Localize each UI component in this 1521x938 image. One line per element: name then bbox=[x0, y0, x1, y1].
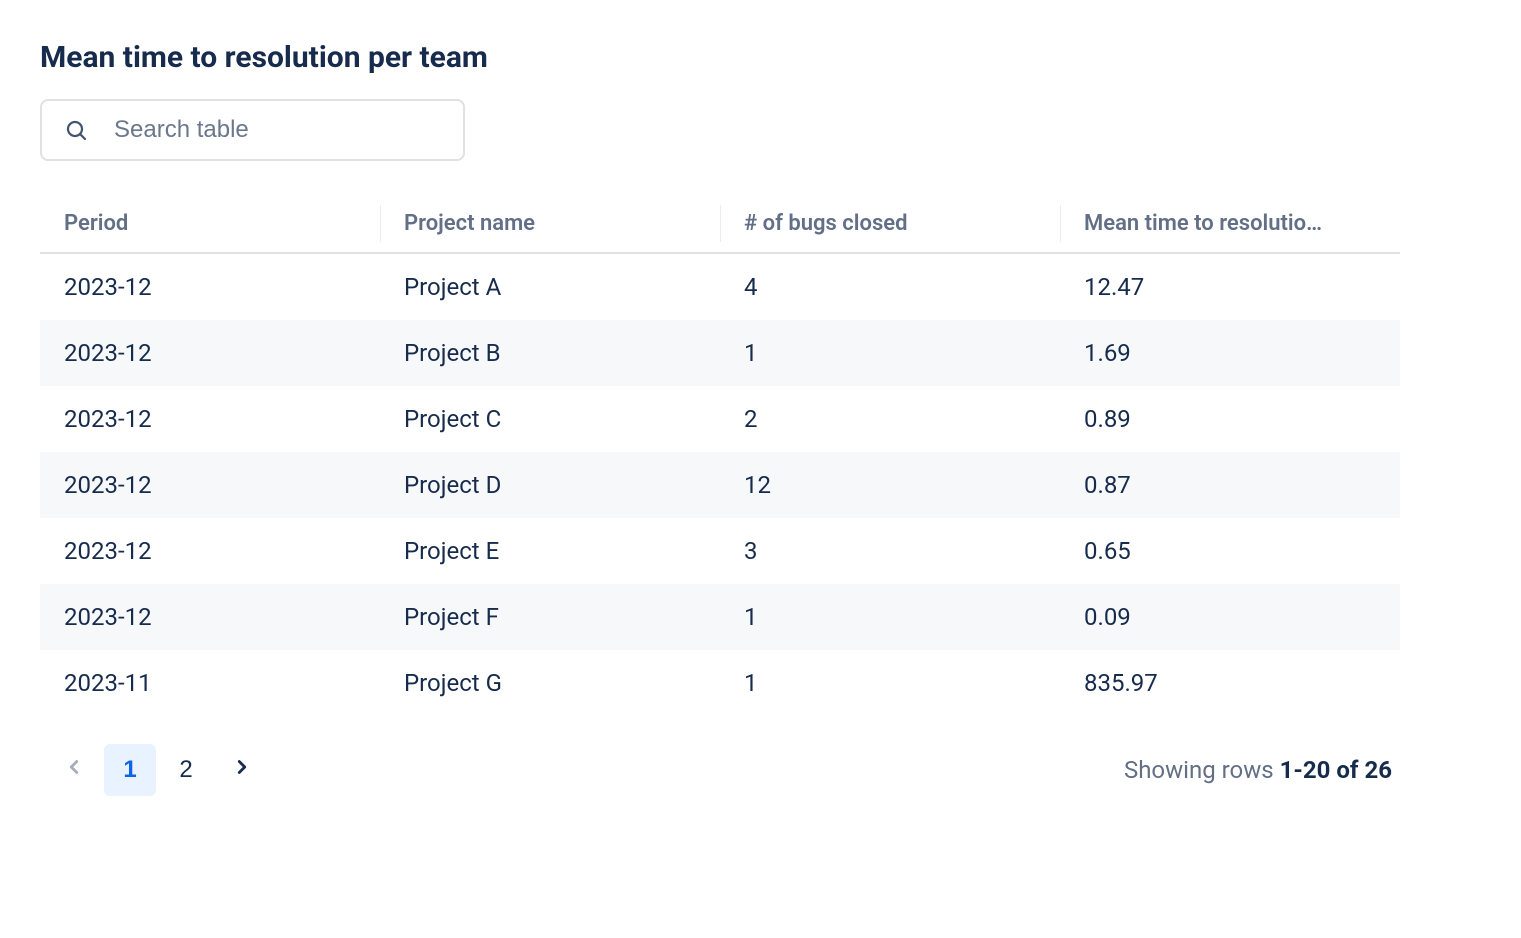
rows-summary: Showing rows 1-20 of 26 bbox=[1124, 756, 1392, 784]
page-button-2[interactable]: 2 bbox=[160, 744, 212, 796]
table-header-row: Period Project name # of bugs closed Mea… bbox=[40, 195, 1400, 253]
table-body: 2023-12Project A412.472023-12Project B11… bbox=[40, 253, 1400, 716]
cell-period: 2023-12 bbox=[40, 452, 380, 518]
table-row: 2023-12Project C20.89 bbox=[40, 386, 1400, 452]
table-card: Mean time to resolution per team Period … bbox=[40, 40, 1400, 796]
page-button-1[interactable]: 1 bbox=[104, 744, 156, 796]
chevron-right-icon bbox=[231, 756, 253, 785]
cell-project: Project E bbox=[380, 518, 720, 584]
search-input[interactable] bbox=[40, 99, 465, 161]
cell-project: Project C bbox=[380, 386, 720, 452]
pagination: 12 bbox=[48, 744, 268, 796]
cell-period: 2023-12 bbox=[40, 584, 380, 650]
cell-bugs: 1 bbox=[720, 650, 1060, 716]
cell-period: 2023-11 bbox=[40, 650, 380, 716]
table-row: 2023-11Project G1835.97 bbox=[40, 650, 1400, 716]
cell-bugs: 3 bbox=[720, 518, 1060, 584]
cell-project: Project B bbox=[380, 320, 720, 386]
search-wrapper bbox=[40, 99, 465, 161]
cell-period: 2023-12 bbox=[40, 253, 380, 320]
table-row: 2023-12Project F10.09 bbox=[40, 584, 1400, 650]
cell-mttr: 835.97 bbox=[1060, 650, 1400, 716]
prev-page-button[interactable] bbox=[48, 744, 100, 796]
chevron-left-icon bbox=[63, 756, 85, 785]
data-table: Period Project name # of bugs closed Mea… bbox=[40, 195, 1400, 716]
cell-mttr: 0.65 bbox=[1060, 518, 1400, 584]
col-mttr[interactable]: Mean time to resolutio… bbox=[1060, 195, 1400, 253]
page-title: Mean time to resolution per team bbox=[40, 40, 1400, 75]
table-footer: 12 Showing rows 1-20 of 26 bbox=[40, 744, 1400, 796]
cell-mttr: 1.69 bbox=[1060, 320, 1400, 386]
cell-mttr: 0.09 bbox=[1060, 584, 1400, 650]
cell-bugs: 12 bbox=[720, 452, 1060, 518]
cell-bugs: 2 bbox=[720, 386, 1060, 452]
col-bugs-closed[interactable]: # of bugs closed bbox=[720, 195, 1060, 253]
cell-bugs: 1 bbox=[720, 320, 1060, 386]
cell-mttr: 12.47 bbox=[1060, 253, 1400, 320]
col-period[interactable]: Period bbox=[40, 195, 380, 253]
cell-bugs: 1 bbox=[720, 584, 1060, 650]
table-row: 2023-12Project D120.87 bbox=[40, 452, 1400, 518]
cell-project: Project D bbox=[380, 452, 720, 518]
next-page-button[interactable] bbox=[216, 744, 268, 796]
cell-period: 2023-12 bbox=[40, 386, 380, 452]
table-row: 2023-12Project B11.69 bbox=[40, 320, 1400, 386]
cell-mttr: 0.87 bbox=[1060, 452, 1400, 518]
table-row: 2023-12Project E30.65 bbox=[40, 518, 1400, 584]
col-project-name[interactable]: Project name bbox=[380, 195, 720, 253]
cell-period: 2023-12 bbox=[40, 320, 380, 386]
cell-project: Project G bbox=[380, 650, 720, 716]
cell-bugs: 4 bbox=[720, 253, 1060, 320]
cell-project: Project A bbox=[380, 253, 720, 320]
cell-mttr: 0.89 bbox=[1060, 386, 1400, 452]
cell-period: 2023-12 bbox=[40, 518, 380, 584]
table-row: 2023-12Project A412.47 bbox=[40, 253, 1400, 320]
cell-project: Project F bbox=[380, 584, 720, 650]
